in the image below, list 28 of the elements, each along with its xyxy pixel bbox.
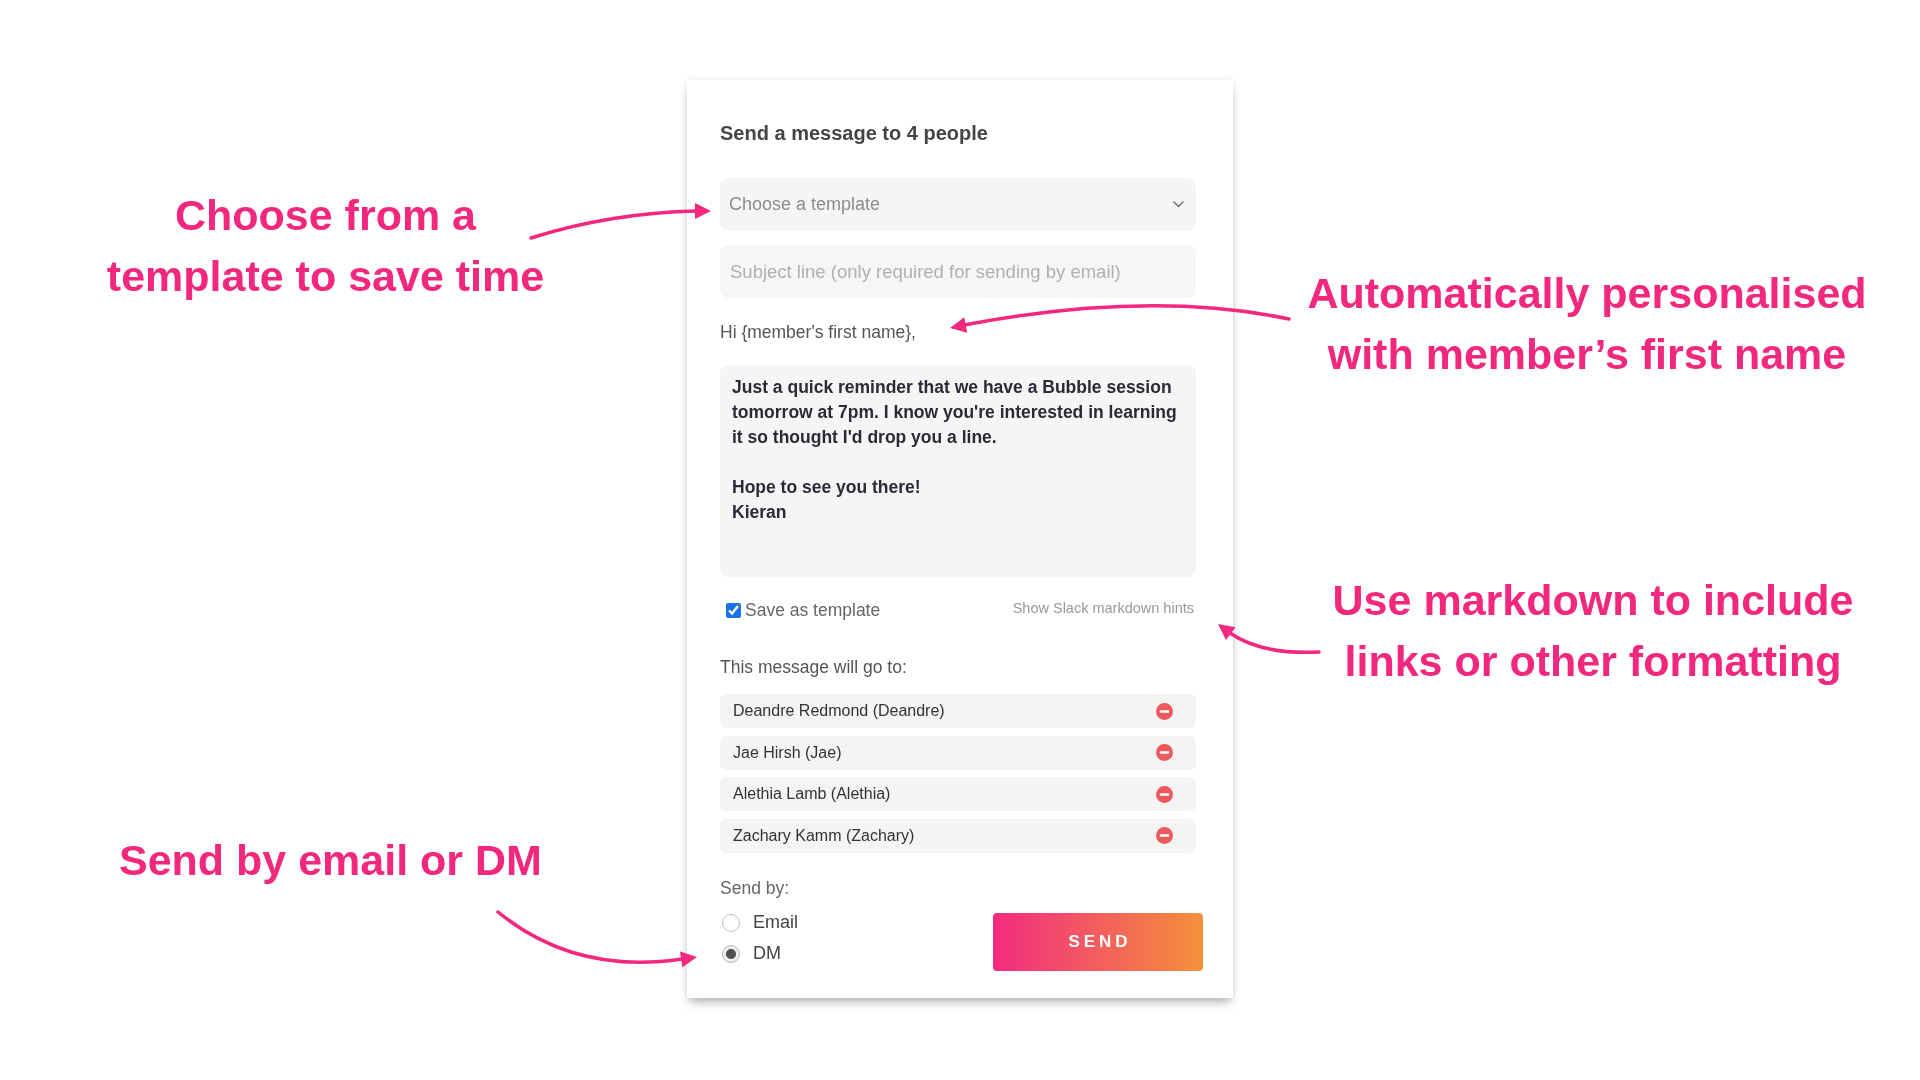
recipient-name: Deandre Redmond (Deandre) [733,702,945,720]
send-by-label: Send by: [720,876,791,899]
radio-label: Email [753,912,798,933]
markdown-hints-link[interactable]: Show Slack markdown hints [1012,600,1194,616]
recipient-name: Alethia Lamb (Alethia) [733,785,891,803]
minus-circle-icon[interactable] [1156,785,1173,803]
checkbox[interactable] [726,602,741,618]
recipient-name: Jae Hirsh (Jae) [733,743,842,762]
message-field[interactable]: Just a quick reminder that we have a Bubble session tomorrow at 7pm. I know you're interested in learning it so thought I'd drop you a line. Hope to see you there! Kieran [720,365,1196,577]
annotation-text: Send by email or DM [119,835,542,886]
annotation-text: Use markdown to include links or other formatting [1332,575,1854,687]
radio-label: DM [753,943,781,964]
annotation-text: Automatically personalised with member’s first name [1307,268,1867,380]
subject-field[interactable]: Subject line (only required for sending by email) [720,245,1196,298]
send-button[interactable]: SEND [993,912,1203,971]
recipients-label: This message will go to: [720,656,908,678]
annotation-text: Choose from a template to save time [106,190,545,302]
recipient-name: Zachary Kamm (Zachary) [733,826,915,845]
checkbox-label: Save as template [745,600,881,620]
minus-circle-icon[interactable] [1156,702,1173,720]
greeting-text: Hi {member's first name}, [720,321,917,343]
minus-circle-icon[interactable] [1156,744,1173,761]
radio-button[interactable] [722,944,740,963]
radio-button[interactable] [722,913,740,932]
minus-circle-icon[interactable] [1156,827,1173,844]
chevron-down-icon [1173,201,1184,208]
template-dropdown[interactable]: Choose a template [720,178,1196,231]
dialog-title: Send a message to 4 people [720,121,989,146]
